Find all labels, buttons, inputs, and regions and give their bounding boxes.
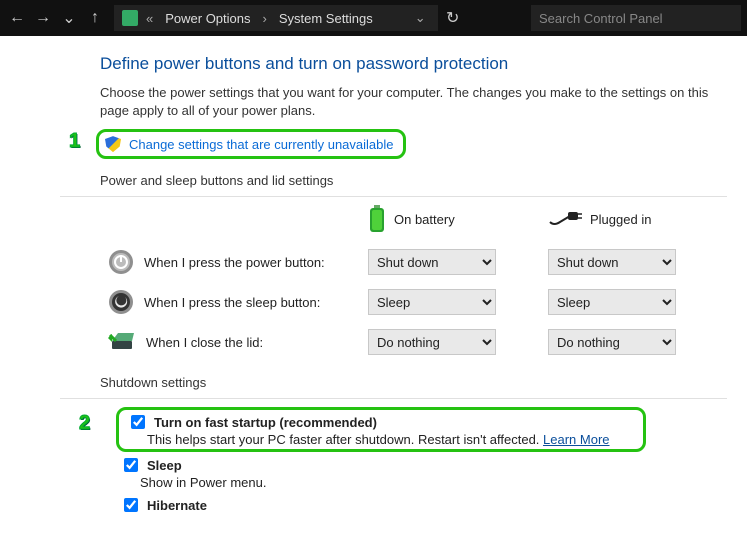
refresh-button[interactable]: ↻ [442,7,464,29]
fast-startup-learn-more-link[interactable]: Learn More [543,432,609,447]
sleep-checkbox[interactable] [124,458,138,472]
address-dropdown-icon[interactable]: ⌄ [411,10,430,26]
annotation-2: 2 [79,412,90,435]
content-area: Define power buttons and turn on passwor… [0,36,747,525]
breadcrumb-item-system-settings[interactable]: System Settings [275,11,377,26]
search-placeholder: Search Control Panel [539,11,663,26]
row-power-button: When I press the power button: Shut down… [108,249,727,275]
hibernate-label: Hibernate [147,498,207,513]
section-title-buttons: Power and sleep buttons and lid settings [60,173,727,188]
recent-locations-button[interactable]: ⌄ [58,7,80,29]
breadcrumb-prefix: « [142,11,157,26]
sleep-button-battery-select[interactable]: Sleep [368,289,496,315]
annotation-1: 1 [69,130,80,153]
control-panel-icon [122,10,138,26]
sleep-button-ac-select[interactable]: Sleep [548,289,676,315]
divider [60,196,727,197]
explorer-navbar: ← → ⌄ ↑ « Power Options › System Setting… [0,0,747,36]
back-button[interactable]: ← [6,7,28,29]
column-headers: On battery Plugged in [108,205,727,233]
hibernate-item: Hibernate [120,492,727,517]
divider [60,398,727,399]
search-input[interactable]: Search Control Panel [531,5,741,31]
column-plugged-in: Plugged in [548,210,678,228]
forward-button[interactable]: → [32,7,54,29]
row-sleep-button: When I press the sleep button: Sleep Sle… [108,289,727,315]
lid-battery-select[interactable]: Do nothing [368,329,496,355]
sleep-label: Sleep [147,458,182,473]
address-bar[interactable]: « Power Options › System Settings ⌄ [114,5,438,31]
change-unavailable-settings-link-container: 1 Change settings that are currently una… [96,129,406,159]
row-lid: When I close the lid: Do nothing Do noth… [108,329,727,355]
section-title-shutdown: Shutdown settings [60,375,727,390]
column-plugged-in-label: Plugged in [590,212,651,227]
breadcrumb-item-power-options[interactable]: Power Options [161,11,254,26]
fast-startup-checkbox[interactable] [131,415,145,429]
battery-icon [368,205,386,233]
fast-startup-item: 2 Turn on fast startup (recommended) Thi… [116,407,646,452]
column-on-battery: On battery [368,205,498,233]
lid-icon [108,331,136,353]
lid-ac-select[interactable]: Do nothing [548,329,676,355]
plug-icon [548,210,582,228]
hibernate-checkbox[interactable] [124,498,138,512]
sleep-desc: Show in Power menu. [140,475,727,490]
fast-startup-desc: This helps start your PC faster after sh… [147,432,543,447]
row-lid-label: When I close the lid: [146,335,263,350]
row-sleep-button-label: When I press the sleep button: [144,295,320,310]
fast-startup-label: Turn on fast startup (recommended) [154,415,377,430]
power-button-battery-select[interactable]: Shut down [368,249,496,275]
row-power-button-label: When I press the power button: [144,255,325,270]
sleep-item: Sleep Show in Power menu. [120,452,727,492]
sleep-button-icon [108,289,134,315]
page-heading: Define power buttons and turn on passwor… [100,54,727,74]
column-on-battery-label: On battery [394,212,455,227]
change-unavailable-settings-link[interactable]: Change settings that are currently unava… [129,137,394,152]
up-button[interactable]: ↑ [84,7,106,29]
chevron-right-icon: › [259,11,271,26]
power-button-ac-select[interactable]: Shut down [548,249,676,275]
uac-shield-icon [105,136,121,152]
power-button-icon [108,249,134,275]
page-intro: Choose the power settings that you want … [100,84,727,119]
